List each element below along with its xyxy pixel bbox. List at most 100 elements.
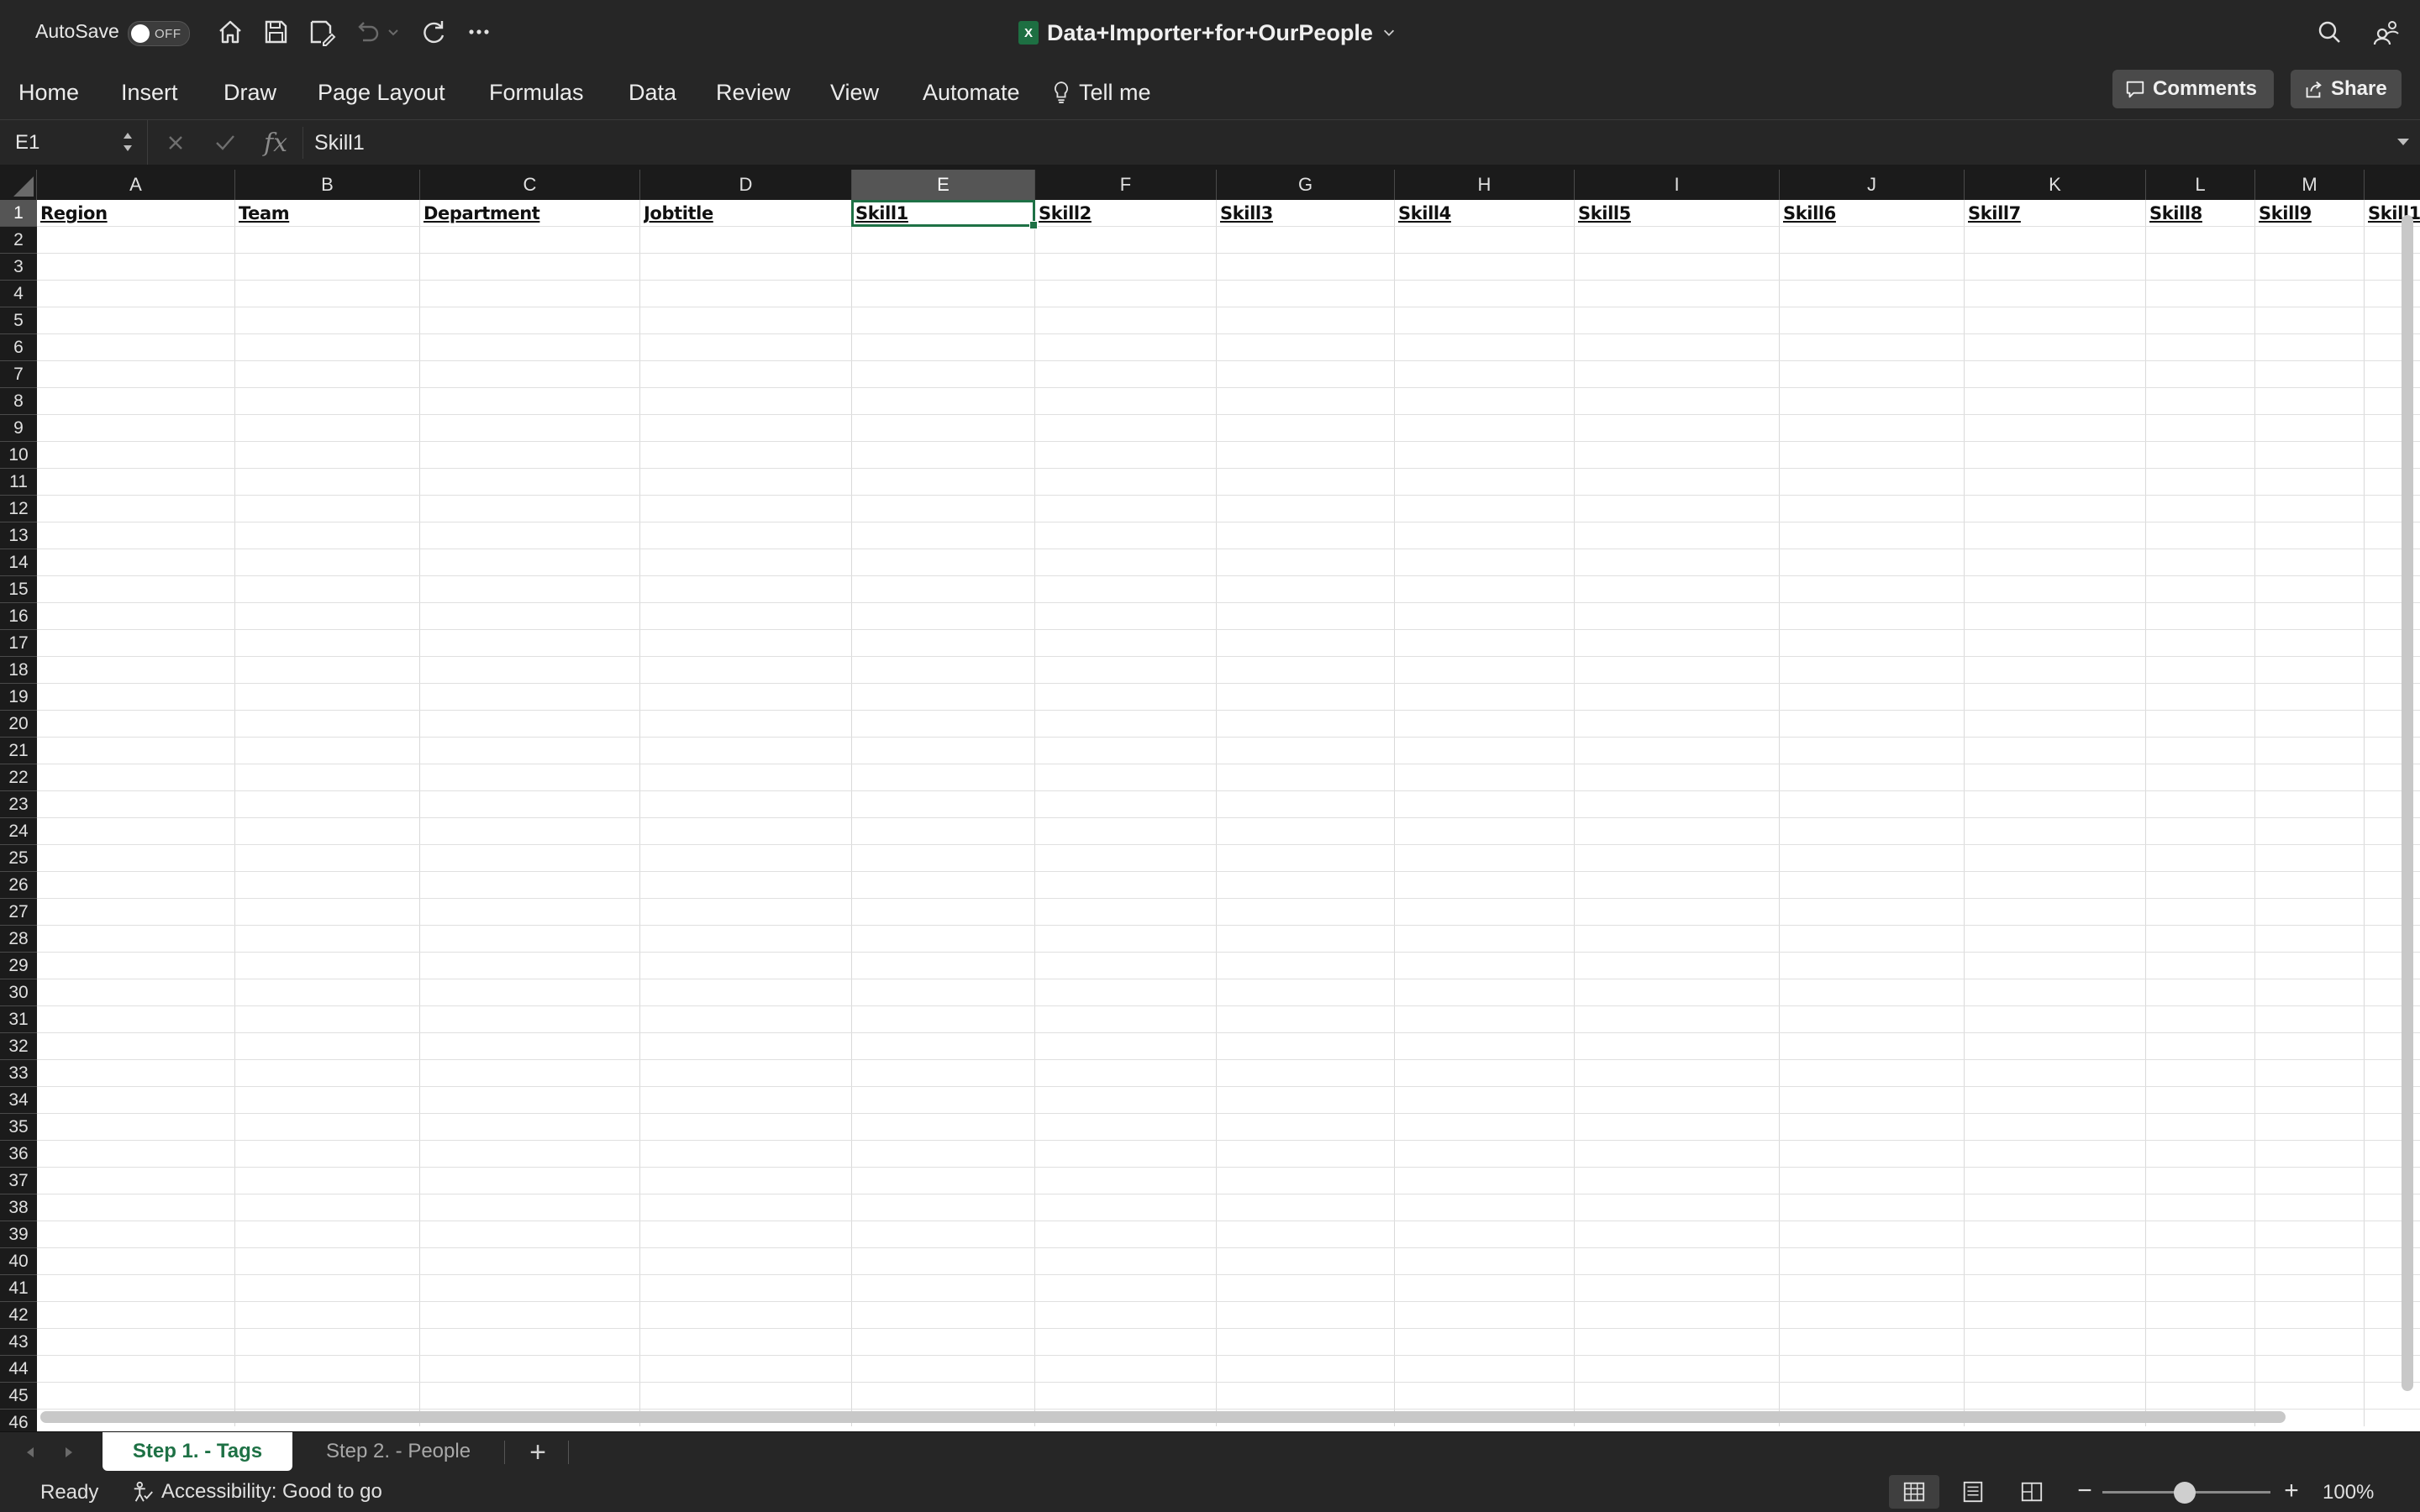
sheet-tab-step-2-people[interactable]: Step 2. - People (302, 1432, 494, 1471)
prev-sheet-icon[interactable] (22, 1444, 39, 1461)
cell-a1[interactable]: Region (40, 202, 232, 225)
column-header-k[interactable]: K (1965, 170, 2146, 200)
row-header-9[interactable]: 9 (0, 415, 37, 442)
next-sheet-icon[interactable] (60, 1444, 77, 1461)
column-header-b[interactable]: B (235, 170, 420, 200)
active-cell-selection[interactable] (851, 200, 1038, 229)
row-header-33[interactable]: 33 (0, 1060, 37, 1087)
cell-k1[interactable]: Skill7 (1968, 202, 2143, 225)
row-header-31[interactable]: 31 (0, 1006, 37, 1033)
row-header-38[interactable]: 38 (0, 1194, 37, 1221)
row-header-42[interactable]: 42 (0, 1302, 37, 1329)
column-header-e[interactable]: E (852, 170, 1035, 200)
cell-b1[interactable]: Team (239, 202, 417, 225)
row-header-14[interactable]: 14 (0, 549, 37, 576)
cell-grid[interactable]: Region Team Department Jobtitle Skill1 Skill2… (37, 200, 2420, 1426)
cell-d1[interactable]: Jobtitle (644, 202, 849, 225)
row-header-34[interactable]: 34 (0, 1087, 37, 1114)
column-header-c[interactable]: C (420, 170, 640, 200)
zoom-out-button[interactable]: − (2072, 1477, 2097, 1505)
fx-icon[interactable]: fx (264, 129, 287, 158)
fill-handle[interactable] (1029, 221, 1038, 229)
row-header-1[interactable]: 1 (0, 200, 37, 227)
expand-formula-bar-icon[interactable] (2393, 132, 2413, 152)
tab-automate[interactable]: Automate (923, 76, 1020, 109)
enter-check-icon[interactable] (213, 132, 237, 154)
column-header-a[interactable]: A (37, 170, 235, 200)
row-header-23[interactable]: 23 (0, 791, 37, 818)
row-header-40[interactable]: 40 (0, 1248, 37, 1275)
cell-j1[interactable]: Skill6 (1783, 202, 1961, 225)
tab-review[interactable]: Review (716, 76, 791, 109)
row-header-21[interactable]: 21 (0, 738, 37, 764)
tell-me[interactable]: Tell me (1052, 76, 1151, 109)
row-header-11[interactable]: 11 (0, 469, 37, 496)
row-header-12[interactable]: 12 (0, 496, 37, 522)
save-icon[interactable] (259, 15, 292, 49)
cell-m1[interactable]: Skill9 (2259, 202, 2361, 225)
cell-i1[interactable]: Skill5 (1578, 202, 1776, 225)
cell-h1[interactable]: Skill4 (1398, 202, 1571, 225)
row-header-35[interactable]: 35 (0, 1114, 37, 1141)
cell-l1[interactable]: Skill8 (2149, 202, 2252, 225)
undo-dropdown-icon[interactable] (385, 15, 402, 49)
column-header-m[interactable]: M (2255, 170, 2365, 200)
redo-icon[interactable] (417, 15, 450, 49)
row-header-29[interactable]: 29 (0, 953, 37, 979)
comments-button[interactable]: Comments (2112, 70, 2274, 108)
row-header-15[interactable]: 15 (0, 576, 37, 603)
row-header-5[interactable]: 5 (0, 307, 37, 334)
row-header-28[interactable]: 28 (0, 926, 37, 953)
column-header-j[interactable]: J (1780, 170, 1965, 200)
row-header-8[interactable]: 8 (0, 388, 37, 415)
row-header-25[interactable]: 25 (0, 845, 37, 872)
search-icon[interactable] (2312, 15, 2346, 49)
accessibility-status[interactable]: Accessibility: Good to go (131, 1480, 382, 1504)
column-header-g[interactable]: G (1217, 170, 1395, 200)
zoom-level[interactable]: 100% (2323, 1481, 2374, 1504)
tab-page-layout[interactable]: Page Layout (318, 76, 445, 109)
cancel-icon[interactable] (165, 132, 187, 154)
row-header-26[interactable]: 26 (0, 872, 37, 899)
row-header-17[interactable]: 17 (0, 630, 37, 657)
row-header-27[interactable]: 27 (0, 899, 37, 926)
vertical-scrollbar[interactable] (2402, 215, 2413, 1391)
sheet-tab-step-1-tags[interactable]: Step 1. - Tags (103, 1432, 292, 1471)
row-header-3[interactable]: 3 (0, 254, 37, 281)
page-layout-view-button[interactable] (1948, 1475, 1998, 1509)
row-header-18[interactable]: 18 (0, 657, 37, 684)
row-header-22[interactable]: 22 (0, 764, 37, 791)
row-header-7[interactable]: 7 (0, 361, 37, 388)
more-icon[interactable] (462, 15, 496, 49)
tab-formulas[interactable]: Formulas (489, 76, 584, 109)
row-header-45[interactable]: 45 (0, 1383, 37, 1410)
tab-view[interactable]: View (830, 76, 879, 109)
column-header-d[interactable]: D (640, 170, 852, 200)
horizontal-scrollbar[interactable] (40, 1411, 2286, 1423)
column-header-f[interactable]: F (1035, 170, 1217, 200)
column-header-h[interactable]: H (1395, 170, 1575, 200)
row-header-13[interactable]: 13 (0, 522, 37, 549)
row-header-19[interactable]: 19 (0, 684, 37, 711)
cell-g1[interactable]: Skill3 (1220, 202, 1392, 225)
column-header-l[interactable]: L (2146, 170, 2255, 200)
normal-view-button[interactable] (1889, 1475, 1939, 1509)
row-header-4[interactable]: 4 (0, 281, 37, 307)
row-header-20[interactable]: 20 (0, 711, 37, 738)
row-header-37[interactable]: 37 (0, 1168, 37, 1194)
share-button[interactable]: Share (2291, 70, 2402, 108)
page-break-view-button[interactable] (2007, 1475, 2057, 1509)
tab-draw[interactable]: Draw (224, 76, 276, 109)
document-title[interactable]: X Data+Importer+for+OurPeople (1018, 17, 1397, 49)
cell-f1[interactable]: Skill2 (1039, 202, 1213, 225)
name-box[interactable]: E1 (0, 120, 148, 165)
name-box-stepper-icon[interactable] (119, 125, 136, 159)
column-header-i[interactable]: I (1575, 170, 1780, 200)
cell-c1[interactable]: Department (424, 202, 637, 225)
autosave-toggle[interactable]: OFF (128, 21, 190, 46)
row-header-44[interactable]: 44 (0, 1356, 37, 1383)
formula-input[interactable]: Skill1 (314, 131, 365, 155)
row-header-32[interactable]: 32 (0, 1033, 37, 1060)
row-header-2[interactable]: 2 (0, 227, 37, 254)
row-header-6[interactable]: 6 (0, 334, 37, 361)
